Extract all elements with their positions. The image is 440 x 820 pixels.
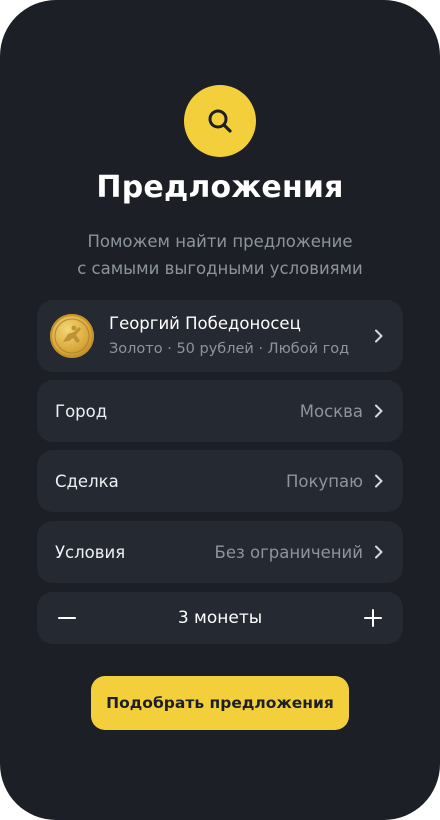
- subtitle-line-1: Поможем найти предложение: [87, 232, 353, 251]
- coin-select-card[interactable]: Георгий Победоносец Золото · 50 рублей ·…: [37, 300, 403, 372]
- coin-name: Георгий Победоносец: [109, 313, 301, 333]
- chevron-right-icon: [369, 326, 389, 346]
- find-offers-button[interactable]: Подобрать предложения: [91, 676, 349, 730]
- quantity-stepper: 3 монеты: [37, 592, 403, 644]
- chevron-right-icon: [369, 401, 389, 421]
- decrease-button[interactable]: [55, 606, 79, 630]
- subtitle-line-2: с самыми выгодными условиями: [77, 259, 363, 278]
- search-icon: [208, 109, 232, 133]
- chevron-right-icon: [369, 471, 389, 491]
- city-label: Город: [55, 401, 108, 421]
- deal-label: Сделка: [55, 471, 119, 491]
- plus-icon: [363, 609, 382, 627]
- chevron-right-icon: [369, 542, 389, 562]
- conditions-filter-row[interactable]: Условия Без ограничений: [37, 521, 403, 583]
- city-value: Москва: [299, 401, 363, 421]
- quantity-value: 3 монеты: [177, 608, 263, 628]
- increase-button[interactable]: [361, 606, 385, 630]
- page-subtitle: Поможем найти предложение с самыми выгод…: [40, 228, 400, 282]
- search-badge: [184, 85, 256, 157]
- coin-details: Золото · 50 рублей · Любой год: [109, 340, 350, 357]
- page-title: Предложения: [96, 170, 344, 205]
- conditions-value: Без ограничений: [214, 542, 363, 562]
- deal-value: Покупаю: [285, 471, 363, 491]
- coin-image: [50, 314, 94, 358]
- city-filter-row[interactable]: Город Москва: [37, 380, 403, 442]
- minus-icon: [58, 617, 76, 619]
- deal-filter-row[interactable]: Сделка Покупаю: [37, 450, 403, 512]
- app-screen: Предложения Поможем найти предложение с …: [0, 0, 440, 820]
- conditions-label: Условия: [55, 542, 126, 562]
